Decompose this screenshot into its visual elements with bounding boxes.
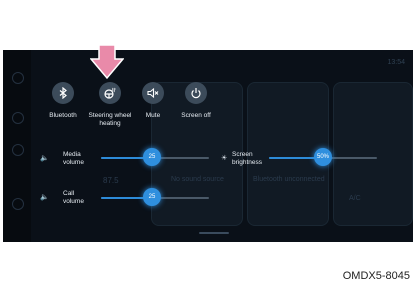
brightness-icon: ☀ <box>221 155 228 162</box>
radio-frequency: 87.5 <box>103 176 119 185</box>
steering-wheel-heating-button[interactable] <box>99 82 121 104</box>
mute-icon <box>147 87 159 99</box>
screen-brightness-label: Screen brightness <box>232 151 262 166</box>
ac-label: A/C <box>349 195 361 202</box>
background-sidebar <box>3 50 31 242</box>
call-volume-label: Call volume <box>63 190 84 205</box>
screen-brightness-knob[interactable]: 50% <box>314 148 332 166</box>
bluetooth-button[interactable] <box>52 82 74 104</box>
home-indicator[interactable] <box>199 232 229 234</box>
mute-label: Mute <box>145 112 161 119</box>
call-volume-knob[interactable]: 25 <box>143 188 161 206</box>
power-icon <box>191 88 201 99</box>
screen-off-button[interactable] <box>185 82 207 104</box>
pointer-arrow-icon <box>90 44 124 80</box>
steering-wheel-heating-label: Steering wheel heating <box>88 112 132 127</box>
call-speaker-icon: 🔈 <box>40 194 49 201</box>
clock: 13:54 <box>387 59 405 66</box>
media-volume-knob[interactable]: 25 <box>143 148 161 166</box>
bluetooth-icon <box>59 87 67 99</box>
no-sound-text: No sound source <box>171 176 224 183</box>
bluetooth-label: Bluetooth <box>49 112 77 119</box>
home-icon <box>12 72 24 84</box>
background-climate-card <box>333 82 413 226</box>
screen-off-label: Screen off <box>181 112 211 119</box>
mute-button[interactable] <box>142 82 164 104</box>
infotainment-screen: 13:54 87.5 No sound source Bluetooth unc… <box>3 50 413 242</box>
nav-icon <box>12 112 24 124</box>
steering-wheel-heating-icon <box>104 87 116 99</box>
media-volume-label: Media volume <box>63 151 84 166</box>
apps-icon <box>12 198 24 210</box>
settings-icon <box>12 144 24 156</box>
figure-caption: OMDX5-8045 <box>342 270 410 282</box>
bluetooth-status-text: Bluetooth unconnected <box>253 176 325 183</box>
speaker-icon: 🔈 <box>40 155 49 162</box>
